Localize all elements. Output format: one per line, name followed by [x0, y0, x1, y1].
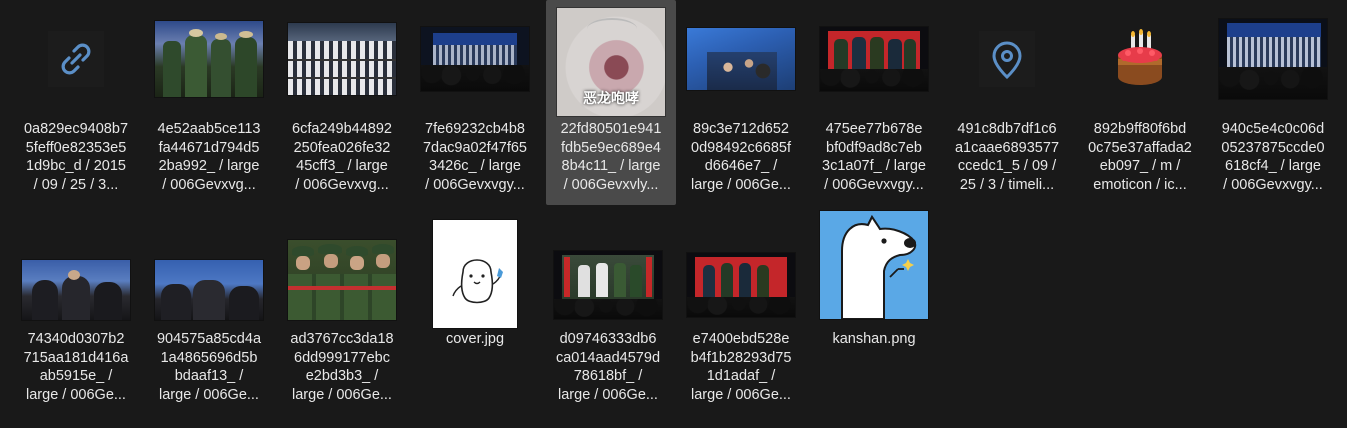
thumbnail-area [11, 210, 141, 328]
file-name: 7fe69232cb4b8 7dac9a02f47f65 3426c_ / la… [422, 121, 527, 193]
file-name: 491c8db7df1c6 a1caae6893577 ccedc1_5 / 0… [954, 121, 1060, 193]
link-icon [48, 31, 104, 87]
file-name: e7400ebd528e b4f1b28293d75 1d1adaf_ / la… [690, 331, 792, 403]
thumbnail-area [11, 0, 141, 118]
screen-photo [554, 251, 662, 319]
file-item-photo[interactable]: e7400ebd528e b4f1b28293d75 1d1adaf_ / la… [676, 210, 806, 415]
file-name: 89c3e712d652 0d98492c6685f d6646e7_ / la… [691, 121, 791, 193]
soldiers-photo [288, 240, 396, 320]
file-name: ad3767cc3da18 6dd999177ebc e2bd3b3_ / la… [290, 331, 394, 403]
thumbnail-area [410, 0, 540, 118]
thumbnail-area [1208, 0, 1338, 118]
meme-caption: 恶龙咆哮 [583, 90, 639, 106]
file-name: 74340d0307b2 715aa181d416a ab5915e_ / la… [23, 331, 129, 403]
crowd-photo [155, 260, 263, 320]
file-item-photo[interactable]: 904575a85cd4a 1a4865696d5b bdaaf13_ / la… [144, 210, 274, 415]
file-item-photo[interactable]: 6cfa249b44892 250fea026fe32 45cff3_ / la… [277, 0, 407, 205]
file-item-photo[interactable]: 7fe69232cb4b8 7dac9a02f47f65 3426c_ / la… [410, 0, 540, 205]
file-item-kanshan[interactable]: kanshan.png [809, 210, 939, 415]
file-item-emoticon[interactable]: 892b9ff80f6bd 0c75e37affada2 eb097_ / m … [1075, 0, 1205, 205]
thumbnail-area [809, 0, 939, 118]
thumbnail-area [277, 0, 407, 118]
file-grid: 0a829ec9408b7 5feff0e82353e5 1d9bc_d / 2… [11, 0, 1347, 428]
dragon-meme-photo: 恶龙咆哮 [557, 8, 665, 116]
parade-photo [288, 23, 396, 95]
thumbnail-area [676, 0, 806, 118]
screen-photo [421, 27, 529, 91]
file-name: 6cfa249b44892 250fea026fe32 45cff3_ / la… [292, 121, 392, 193]
file-item-cover[interactable]: cover.jpg [410, 210, 540, 415]
file-item-location[interactable]: 491c8db7df1c6 a1caae6893577 ccedc1_5 / 0… [942, 0, 1072, 205]
file-name: kanshan.png [832, 331, 916, 347]
file-name: 22fd80501e941 fdb5e9ec689e4 8b4c11_ / la… [560, 121, 662, 193]
file-name: 892b9ff80f6bd 0c75e37affada2 eb097_ / m … [1088, 121, 1192, 193]
cover-image [433, 220, 517, 328]
kanshan-image [820, 211, 928, 319]
thumbnail-area [277, 210, 407, 328]
crowd-photo [22, 260, 130, 320]
file-name: 475ee77b678e bf0df9ad8c7eb 3c1a07f_ / la… [822, 121, 926, 193]
file-item-photo[interactable]: 940c5e4c0c06d 05237875ccde0 618cf4_ / la… [1208, 0, 1338, 205]
file-name: d09746333db6 ca014aad4579d 78618bf_ / la… [555, 331, 661, 403]
file-name: cover.jpg [445, 331, 505, 347]
file-item-photo[interactable]: d09746333db6 ca014aad4579d 78618bf_ / la… [543, 210, 673, 415]
screen-photo [820, 27, 928, 91]
file-item-link[interactable]: 0a829ec9408b7 5feff0e82353e5 1d9bc_d / 2… [11, 0, 141, 205]
thumbnail-area: 恶龙咆哮 [546, 0, 676, 118]
screen-photo [687, 253, 795, 317]
file-name: 904575a85cd4a 1a4865696d5b bdaaf13_ / la… [156, 331, 262, 403]
file-name: 940c5e4c0c06d 05237875ccde0 618cf4_ / la… [1221, 121, 1325, 193]
file-item-photo-selected[interactable]: 恶龙咆哮 22fd80501e941 fdb5e9ec689e4 8b4c11_… [546, 0, 676, 205]
thumbnail-area [144, 0, 274, 118]
file-item-photo[interactable]: 89c3e712d652 0d98492c6685f d6646e7_ / la… [676, 0, 806, 205]
screen-photo [1219, 19, 1327, 99]
file-name: 4e52aab5ce113 fa44671d794d5 2ba992_ / la… [157, 121, 261, 193]
file-item-photo[interactable]: ad3767cc3da18 6dd999177ebc e2bd3b3_ / la… [277, 210, 407, 415]
parade-photo [155, 21, 263, 97]
file-item-photo[interactable]: 475ee77b678e bf0df9ad8c7eb 3c1a07f_ / la… [809, 0, 939, 205]
birthday-cake-icon [1110, 29, 1170, 89]
file-item-photo[interactable]: 74340d0307b2 715aa181d416a ab5915e_ / la… [11, 210, 141, 415]
thumbnail-area [410, 210, 540, 328]
thumbnail-area [543, 210, 673, 328]
thumbnail-area [1075, 0, 1205, 118]
file-item-photo[interactable]: 4e52aab5ce113 fa44671d794d5 2ba992_ / la… [144, 0, 274, 205]
thumbnail-area [809, 210, 939, 328]
location-pin-icon [979, 31, 1035, 87]
file-name: 0a829ec9408b7 5feff0e82353e5 1d9bc_d / 2… [23, 121, 129, 193]
thumbnail-area [942, 0, 1072, 118]
thumbnail-area [144, 210, 274, 328]
toast-photo [687, 28, 795, 90]
thumbnail-area [676, 210, 806, 328]
